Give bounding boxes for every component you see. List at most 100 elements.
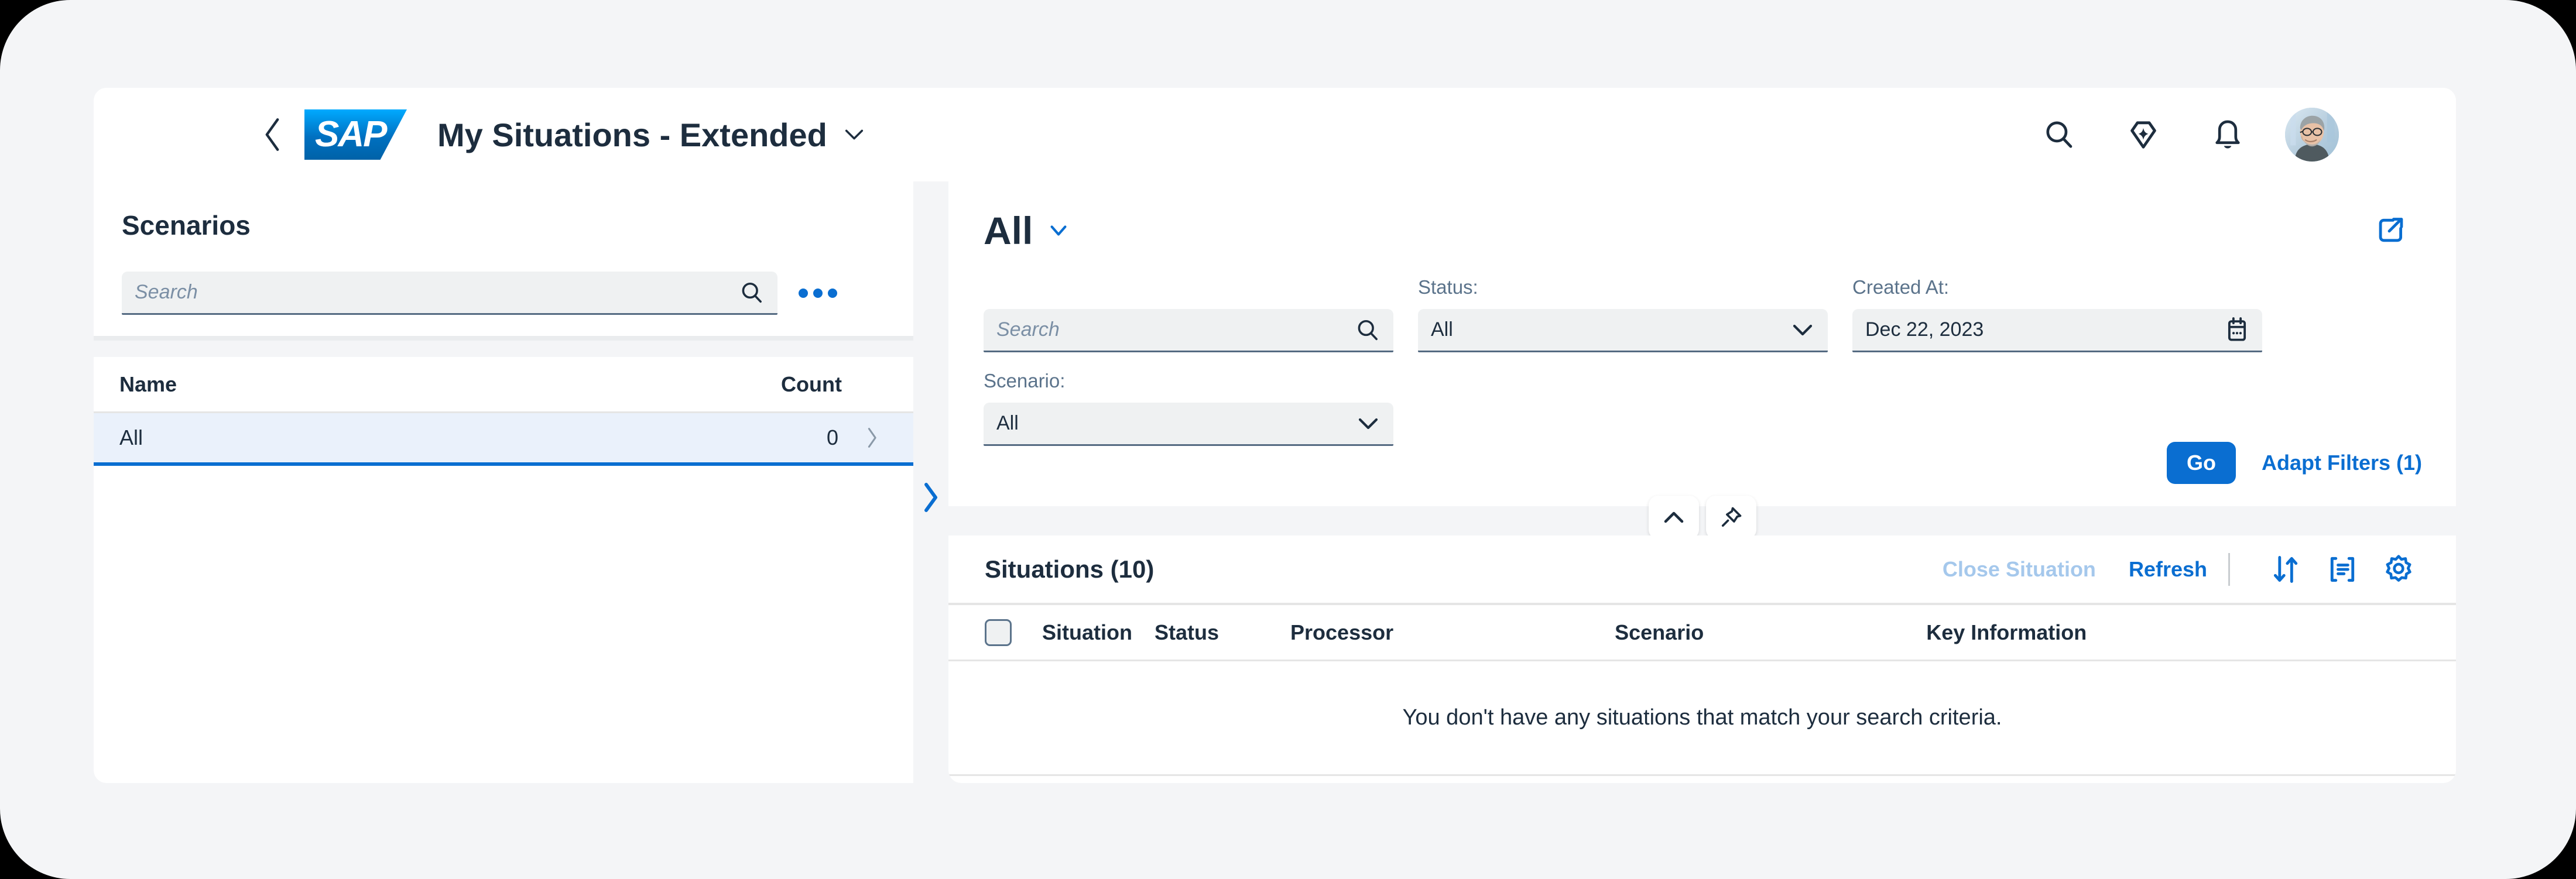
sort-icon-glyph: [2273, 555, 2298, 583]
avatar[interactable]: [2285, 108, 2339, 162]
settings-icon[interactable]: [2378, 548, 2420, 590]
filter-collapse-strip: [948, 496, 2456, 539]
scenarios-search-row: Search: [122, 272, 885, 335]
more-dot: [813, 289, 823, 298]
list-item-count: 0: [826, 425, 838, 449]
filter-field-search: Search: [984, 276, 1393, 352]
scenarios-search-input[interactable]: Search: [122, 272, 777, 315]
filter-status-value: All: [1431, 318, 1453, 341]
scenarios-gap: [94, 341, 913, 357]
select-all-checkbox[interactable]: [985, 619, 1012, 646]
column-header-key-information: Key Information: [1926, 620, 2087, 644]
header-search-button[interactable]: [2032, 108, 2086, 162]
list-item-name: All: [119, 425, 143, 449]
chevron-down-icon: [845, 129, 863, 140]
go-button[interactable]: Go: [2166, 442, 2236, 484]
chevron-right-icon: [924, 483, 937, 512]
chevron-left-icon: [265, 118, 279, 151]
table-title: Situations (10): [985, 555, 1155, 583]
collapse-filter-button[interactable]: [1648, 496, 1699, 539]
table-toolbar: Situations (10) Close Situation Refresh: [948, 535, 2456, 603]
scenarios-search-placeholder: Search: [135, 281, 198, 303]
filter-label-status: Status:: [1418, 276, 1478, 298]
column-header-scenario: Scenario: [1615, 620, 1704, 644]
chevron-down-icon[interactable]: [1790, 321, 1815, 339]
sap-logo[interactable]: SAP: [304, 109, 407, 160]
calendar-icon[interactable]: [2225, 317, 2249, 344]
scenarios-list-header: Name Count: [94, 357, 913, 413]
adapt-filters-link[interactable]: Adapt Filters (1): [2262, 451, 2422, 475]
column-header-name: Name: [119, 372, 177, 396]
situations-table-card: Situations (10) Close Situation Refresh: [948, 535, 2456, 783]
splitter-expand-button[interactable]: [913, 474, 948, 521]
bell-icon: [2215, 120, 2240, 149]
variant-select-button[interactable]: [1048, 223, 1069, 238]
title-menu-button[interactable]: [842, 126, 866, 143]
column-header-count: Count: [781, 372, 842, 396]
more-dot: [828, 289, 837, 298]
group-icon[interactable]: [2321, 548, 2363, 590]
scenarios-more-button[interactable]: [797, 273, 838, 314]
refresh-button[interactable]: Refresh: [2129, 557, 2207, 582]
table-column-headers: Situation Status Processor Scenario Key …: [948, 603, 2456, 661]
filter-actions: Go Adapt Filters (1): [2166, 442, 2422, 484]
filter-search-placeholder: Search: [996, 318, 1060, 341]
page-title: My Situations - Extended: [437, 116, 827, 153]
group-icon-glyph: [2330, 557, 2355, 582]
filter-field-created-at: Created At: Dec 22, 2023: [1852, 276, 2262, 352]
share-icon: [2379, 218, 2403, 242]
shell-header: SAP My Situations - Extended: [94, 88, 2456, 181]
header-actions: [2032, 108, 2339, 162]
notifications-button[interactable]: [2201, 108, 2255, 162]
chevron-down-icon[interactable]: [1356, 415, 1381, 432]
filter-scenario-select[interactable]: All: [984, 403, 1393, 446]
device-frame: SAP My Situations - Extended Scenarios S…: [0, 0, 2576, 879]
filter-created-at-input[interactable]: Dec 22, 2023: [1852, 309, 2262, 352]
column-header-processor: Processor: [1290, 620, 1394, 644]
share-button[interactable]: [2367, 208, 2411, 253]
column-header-status: Status: [1154, 620, 1220, 644]
empty-state-message: You don't have any situations that match…: [1402, 705, 2002, 730]
main-content: All Search Status: All Created At: Dec 2…: [948, 181, 2456, 783]
filter-status-select[interactable]: All: [1418, 309, 1828, 352]
search-icon[interactable]: [739, 280, 765, 305]
panel-splitter[interactable]: [913, 181, 948, 783]
filter-label-created-at: Created At:: [1852, 276, 1950, 298]
table-empty-state: You don't have any situations that match…: [948, 661, 2456, 776]
scenarios-list-item-all[interactable]: All 0: [94, 413, 913, 466]
column-header-situation: Situation: [1042, 620, 1132, 644]
sort-icon[interactable]: [2265, 548, 2307, 590]
joule-assistant-button[interactable]: [2116, 108, 2170, 162]
filter-label-scenario: Scenario:: [984, 370, 1066, 392]
search-icon[interactable]: [1355, 317, 1381, 343]
avatar-photo: [2285, 108, 2339, 162]
filter-field-status: Status: All: [1418, 276, 1828, 352]
scenarios-divider: [94, 336, 913, 341]
filter-field-scenario: Scenario: All: [984, 370, 1393, 446]
filter-fields: Search Status: All Created At: Dec 22, 2…: [984, 276, 2421, 446]
body-area: Scenarios Search Name Count All 0 All Se…: [94, 181, 2456, 784]
chevron-down-icon: [1050, 225, 1067, 236]
filter-bar: All Search Status: All Created At: Dec 2…: [948, 181, 2456, 506]
filter-search-input[interactable]: Search: [984, 309, 1393, 352]
scenarios-header: Scenarios Search: [94, 181, 913, 335]
chevron-right-icon: [868, 428, 876, 448]
sap-logo-text: SAP: [315, 114, 387, 154]
close-situation-button[interactable]: Close Situation: [1943, 557, 2096, 582]
joule-diamond-icon: [2130, 121, 2156, 149]
list-item-navigate-icon[interactable]: [864, 426, 888, 449]
filter-scenario-value: All: [996, 412, 1019, 434]
toolbar-separator: [2228, 552, 2230, 586]
sap-logo-shape: SAP: [304, 109, 407, 160]
search-icon: [2046, 121, 2073, 148]
variant-header-row: All: [984, 181, 2421, 253]
variant-title: All: [984, 209, 1033, 252]
chevron-up-icon: [1664, 511, 1683, 523]
scenarios-panel: Scenarios Search Name Count All 0: [94, 181, 913, 783]
more-dot: [799, 289, 808, 298]
pin-filter-button[interactable]: [1705, 496, 1756, 539]
back-button[interactable]: [246, 108, 299, 161]
pin-icon: [1721, 507, 1741, 527]
scenarios-title: Scenarios: [122, 210, 251, 241]
gear-icon: [2386, 554, 2411, 582]
